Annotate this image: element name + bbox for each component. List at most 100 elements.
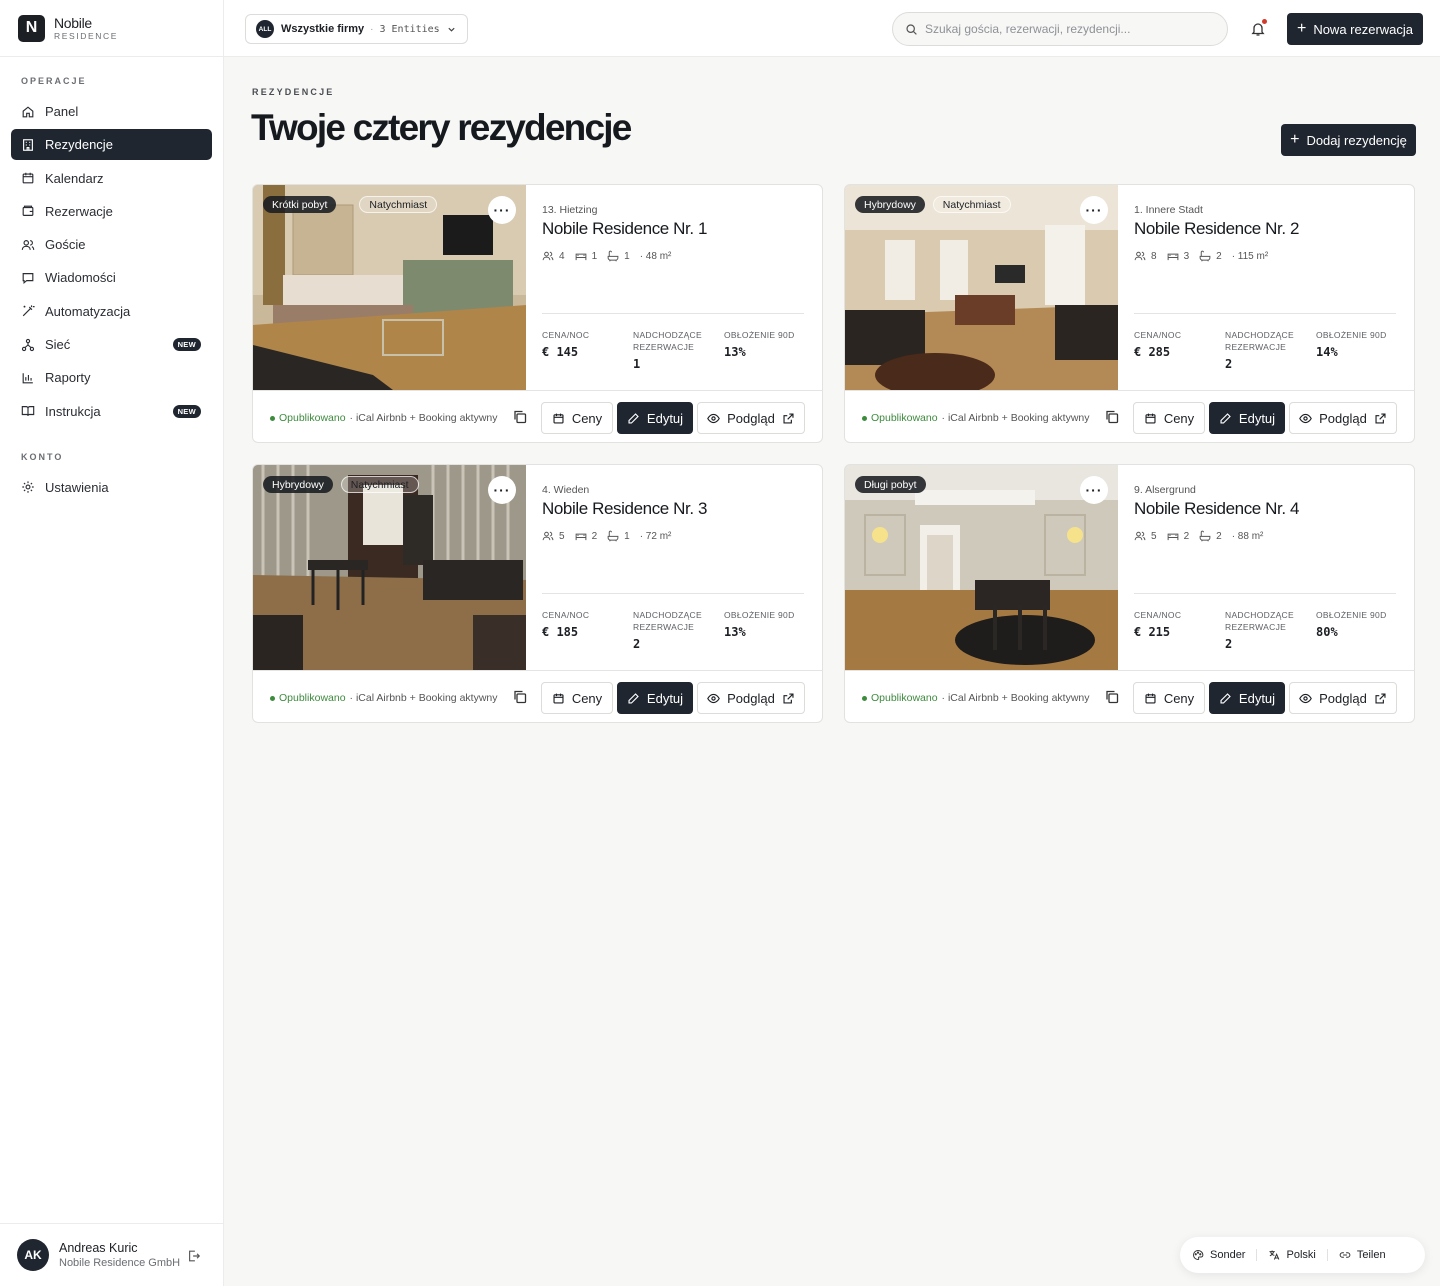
residence-photo[interactable]: Hybrydowy Natychmiast ···: [845, 185, 1118, 390]
stat-upcoming: NADCHODZĄCE REZERWACJE 2: [633, 610, 719, 651]
status-published: Opublikowano: [279, 692, 346, 704]
search-input[interactable]: [925, 22, 1215, 36]
sidebar-item-automatyzacja[interactable]: Automatyzacja: [11, 296, 212, 327]
residence-name[interactable]: Nobile Residence Nr. 4: [1134, 499, 1299, 519]
page-eyebrow: REZYDENCJE: [252, 87, 335, 97]
search-bar: [892, 12, 1228, 46]
brand-name: Nobile: [54, 14, 92, 31]
sync-status: · iCal Airbnb + Booking aktywny: [941, 412, 1090, 424]
add-residence-button[interactable]: + Dodaj rezydencję: [1281, 124, 1416, 156]
stat-label: OBŁOŻENIE 90D: [1316, 610, 1387, 620]
stat-label: CENA/NOC: [542, 610, 590, 620]
stat-occupancy: OBŁOŻENIE 90D 13%: [724, 610, 810, 639]
sidebar-item-ustawienia[interactable]: Ustawienia: [11, 472, 212, 503]
account-nav: Ustawienia: [0, 472, 223, 503]
sidebar-item-label: Panel: [45, 104, 79, 119]
more-options-button[interactable]: ···: [488, 196, 516, 224]
sidebar-item-kalendarz[interactable]: Kalendarz: [11, 163, 212, 194]
publish-status: Opublikowano · iCal Airbnb + Booking akt…: [862, 692, 1090, 704]
sidebar-item-label: Goście: [45, 237, 86, 253]
preview-button[interactable]: Podgląd: [697, 402, 805, 434]
residence-card[interactable]: Hybrydowy Natychmiast ··· 1. Innere Stadt…: [844, 184, 1415, 443]
residence-name[interactable]: Nobile Residence Nr. 2: [1134, 219, 1299, 239]
sidebar-item-rezerwacje[interactable]: Rezerwacje: [11, 196, 212, 227]
prices-button[interactable]: Ceny: [1133, 682, 1205, 714]
prices-button[interactable]: Ceny: [1133, 402, 1205, 434]
user-profile[interactable]: AK Andreas Kuric Nobile Residence GmbH: [0, 1223, 223, 1286]
residence-photo[interactable]: Hybrydowy Natychmiast ···: [253, 465, 526, 670]
preview-button[interactable]: Podgląd: [697, 682, 805, 714]
residence-name[interactable]: Nobile Residence Nr. 1: [542, 219, 707, 239]
edit-button[interactable]: Edytuj: [1209, 402, 1285, 434]
residence-photo[interactable]: Długi pobyt ···: [845, 465, 1118, 670]
sidebar-item-rezydencje[interactable]: Rezydencje: [11, 129, 212, 161]
residence-photo[interactable]: Krótki pobyt Natychmiast ···: [253, 185, 526, 390]
residence-card[interactable]: Krótki pobyt Natychmiast ··· 13. Hietzing…: [252, 184, 823, 443]
tag: Hybrydowy: [263, 476, 333, 493]
stat-label: OBŁOŻENIE 90D: [1316, 330, 1387, 340]
prices-button[interactable]: Ceny: [541, 682, 613, 714]
tag: Natychmiast: [932, 196, 1011, 213]
eye-icon: [1299, 412, 1319, 425]
guests-icon: [542, 530, 559, 542]
copy-icon[interactable]: [512, 409, 528, 425]
calendar-icon: [1144, 692, 1164, 705]
search-icon: [906, 23, 917, 35]
notification-dot: [1262, 19, 1267, 24]
brand-logo: N: [18, 14, 45, 42]
guests-count: 5: [559, 530, 565, 542]
sidebar-item-goscie[interactable]: Goście: [11, 229, 212, 260]
avatar: AK: [17, 1239, 49, 1271]
area: · 88 m²: [1231, 530, 1264, 542]
sidebar-item-wiadomosci[interactable]: Wiadomości: [11, 262, 212, 293]
copy-icon[interactable]: [1104, 689, 1120, 705]
tag: Natychmiast: [340, 476, 419, 493]
stat-label: CENA/NOC: [542, 330, 590, 340]
edit-button[interactable]: Edytuj: [1209, 682, 1285, 714]
preview-button[interactable]: Podgląd: [1289, 682, 1397, 714]
primary-nav: Panel Rezydencje Kalendarz Rezerwacje Go…: [0, 96, 223, 427]
sidebar-item-siec[interactable]: Sieć NEW: [11, 329, 212, 360]
baths-count: 1: [624, 530, 630, 542]
copy-icon[interactable]: [512, 689, 528, 705]
message-icon: [21, 271, 35, 285]
divider: [1134, 593, 1396, 594]
edit-button[interactable]: Edytuj: [617, 402, 693, 434]
stat-price: CENA/NOC € 185: [542, 610, 628, 639]
external-link-icon: [775, 412, 795, 425]
preview-button[interactable]: Podgląd: [1289, 402, 1397, 434]
company-selector[interactable]: ALL Wszystkie firmy · 3 Entities: [245, 14, 468, 44]
area: · 72 m²: [639, 530, 672, 542]
residence-card[interactable]: Hybrydowy Natychmiast ··· 4. Wieden Nobil…: [252, 464, 823, 723]
logout-icon[interactable]: [187, 1249, 201, 1263]
residence-card[interactable]: Długi pobyt ··· 9. Alsergrund Nobile Res…: [844, 464, 1415, 723]
eye-icon: [707, 412, 727, 425]
sidebar-item-label: Automatyzacja: [45, 303, 131, 319]
sonder-button[interactable]: Sonder: [1192, 1249, 1245, 1261]
status-dot: [862, 415, 867, 421]
more-options-button[interactable]: ···: [488, 476, 516, 504]
sidebar-item-instrukcja[interactable]: Instrukcja NEW: [11, 396, 212, 427]
language-button[interactable]: Polski: [1268, 1249, 1316, 1261]
floating-toolbar: Sonder Polski Teilen: [1180, 1237, 1425, 1273]
residence-name[interactable]: Nobile Residence Nr. 3: [542, 499, 707, 519]
more-options-button[interactable]: ···: [1080, 196, 1108, 224]
stat-upcoming: NADCHODZĄCE REZERWACJE 1: [633, 330, 719, 371]
area: · 48 m²: [639, 250, 672, 262]
guests-count: 4: [559, 250, 565, 262]
brand[interactable]: N Nobile RESIDENCE: [0, 0, 223, 57]
sidebar-item-label: Ustawienia: [45, 479, 109, 495]
copy-icon[interactable]: [1104, 409, 1120, 425]
sidebar-item-panel[interactable]: Panel: [11, 96, 212, 127]
more-options-button[interactable]: ···: [1080, 476, 1108, 504]
tag: Krótki pobyt: [263, 196, 337, 213]
prices-button[interactable]: Ceny: [541, 402, 613, 434]
sidebar-item-label: Rezydencje: [45, 137, 113, 153]
bath-icon: [1199, 530, 1216, 542]
sidebar-item-raporty[interactable]: Raporty: [11, 362, 212, 393]
share-button[interactable]: Teilen: [1339, 1249, 1386, 1261]
edit-button[interactable]: Edytuj: [617, 682, 693, 714]
guests-count: 8: [1151, 250, 1157, 262]
gear-icon: [21, 480, 35, 494]
new-reservation-button[interactable]: + Nowa rezerwacja: [1287, 13, 1423, 45]
